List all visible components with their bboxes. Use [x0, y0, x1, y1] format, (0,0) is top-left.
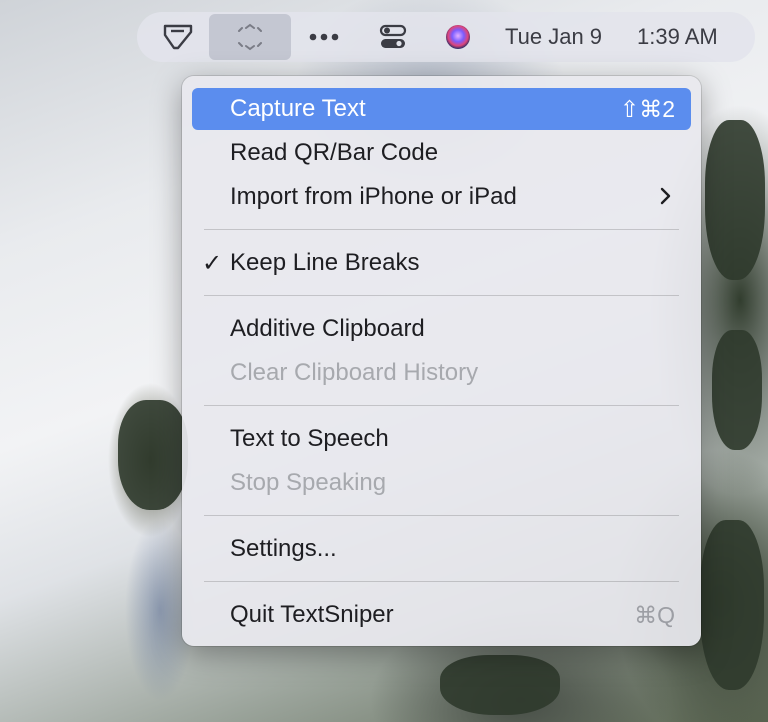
chevron-right-icon [660, 187, 671, 205]
menu-separator [204, 295, 679, 296]
menu-item-text-to-speech[interactable]: Text to Speech [192, 418, 691, 460]
wallpaper-tree [712, 330, 762, 450]
menubar-date[interactable]: Tue Jan 9 [505, 24, 602, 50]
more-menu-extra[interactable] [303, 12, 345, 62]
menu-item-label: Read QR/Bar Code [230, 139, 439, 166]
menu-item-capture-text[interactable]: Capture Text ⇧⌘2 [192, 88, 691, 130]
more-dots-icon [309, 33, 339, 41]
menu-item-additive-clipboard[interactable]: Additive Clipboard [192, 308, 691, 350]
siri-icon [446, 25, 470, 49]
control-center-icon [379, 24, 407, 48]
checkmark-icon: ✓ [202, 249, 223, 277]
menu-item-label: Settings... [230, 535, 337, 562]
menu-item-label: Stop Speaking [230, 469, 387, 496]
menu-item-label: Keep Line Breaks [230, 249, 420, 276]
menu-item-label: Additive Clipboard [230, 315, 425, 342]
textsniper-icon [163, 24, 193, 50]
menu-item-keep-line-breaks[interactable]: ✓ Keep Line Breaks [192, 242, 691, 284]
menu-item-label: Import from iPhone or iPad [230, 183, 517, 210]
menu-separator [204, 581, 679, 582]
textsniper-menu: Capture Text ⇧⌘2 Read QR/Bar Code Import… [182, 76, 701, 646]
capture-frame-icon [238, 23, 262, 51]
menubar-time[interactable]: 1:39 AM [637, 24, 718, 50]
wallpaper-tree [705, 120, 765, 280]
wallpaper-tree [700, 520, 764, 690]
wallpaper-tree [118, 400, 188, 510]
keyboard-shortcut: ⇧⌘2 [619, 95, 675, 122]
menu-item-label: Text to Speech [230, 425, 389, 452]
menu-item-stop-speaking: Stop Speaking [192, 462, 691, 504]
menu-item-label: Quit TextSniper [230, 601, 394, 628]
wallpaper-tree [440, 655, 560, 715]
menu-item-quit[interactable]: Quit TextSniper ⌘Q [192, 594, 691, 636]
menu-item-settings[interactable]: Settings... [192, 528, 691, 570]
menu-item-label: Capture Text [230, 95, 366, 122]
keyboard-shortcut: ⌘Q [634, 601, 675, 628]
menu-item-read-qr[interactable]: Read QR/Bar Code [192, 132, 691, 174]
menu-separator [204, 405, 679, 406]
menu-bar: Tue Jan 9 1:39 AM [137, 12, 755, 62]
menu-item-label: Clear Clipboard History [230, 359, 479, 386]
siri-button[interactable] [441, 12, 475, 62]
capture-menu-extra[interactable] [209, 14, 291, 60]
control-center-button[interactable] [375, 12, 411, 62]
menu-separator [204, 515, 679, 516]
menu-item-clear-clipboard: Clear Clipboard History [192, 352, 691, 394]
textsniper-menu-extra[interactable] [157, 12, 199, 62]
menu-item-import-iphone[interactable]: Import from iPhone or iPad [192, 176, 691, 218]
menu-separator [204, 229, 679, 230]
